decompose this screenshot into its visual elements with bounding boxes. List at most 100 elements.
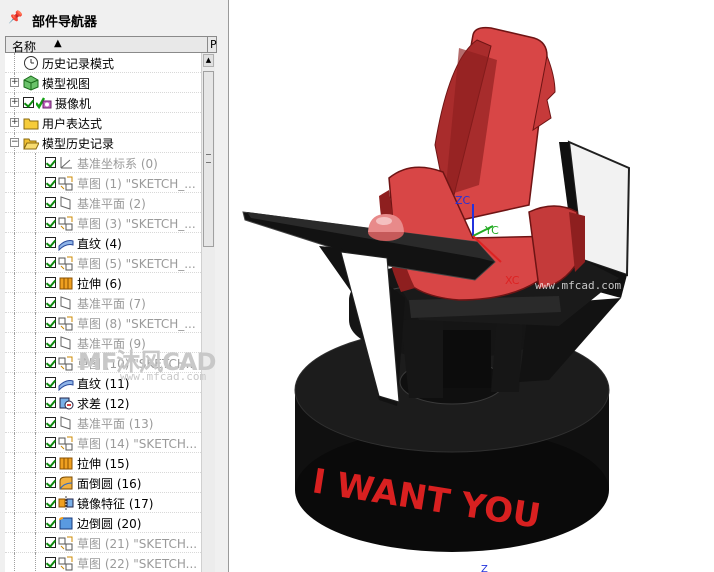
visibility-checkbox[interactable] — [45, 537, 56, 548]
vertical-scrollbar[interactable]: ▲ — [201, 53, 215, 572]
tree-row[interactable]: 草图 (21) "SKETCH... — [5, 533, 201, 553]
tree-line — [35, 413, 37, 433]
tree-item-label: 镜像特征 (17) — [77, 497, 154, 511]
ruled-surface-icon — [58, 235, 74, 252]
datum-csys-icon — [58, 155, 74, 171]
visibility-checkbox[interactable] — [45, 397, 56, 408]
visibility-checkbox[interactable] — [45, 437, 56, 448]
graphics-viewport[interactable]: ZC YC XC Z I WANT YOU www.mfcad.com — [229, 0, 714, 572]
tree-line — [14, 153, 16, 173]
watermark-url-top: www.mfcad.com — [535, 279, 622, 292]
sketch-icon — [58, 535, 74, 551]
tree-line — [35, 353, 37, 373]
visibility-checkbox[interactable] — [45, 357, 56, 368]
tree-row[interactable]: 基准平面 (2) — [5, 193, 201, 213]
sort-ascending-icon: ▲ — [54, 38, 62, 49]
tree-row[interactable]: 草图 (8) "SKETCH_... — [5, 313, 201, 333]
tree-row[interactable]: 直纹 (4) — [5, 233, 201, 253]
tree-row[interactable]: 镜像特征 (17) — [5, 493, 201, 513]
visibility-checkbox[interactable] — [23, 97, 34, 108]
tree-item-label: 草图 (3) "SKETCH_... — [77, 217, 196, 231]
visibility-checkbox[interactable] — [45, 477, 56, 488]
tree-row[interactable]: 草图 (3) "SKETCH_... — [5, 213, 201, 233]
tree-line — [14, 193, 16, 213]
column-separator[interactable] — [207, 37, 208, 52]
visibility-checkbox[interactable] — [45, 257, 56, 268]
tree-row[interactable]: 草图 (5) "SKETCH_... — [5, 253, 201, 273]
feature-tree: 历史记录模式 + 模型视图 + 摄像机 + 用户表达式 − 模型历史记录 基准坐标系 (0) 草图 … — [5, 53, 201, 572]
sketch-icon — [58, 175, 74, 191]
tree-item-label: 摄像机 — [55, 97, 92, 111]
column-p-label[interactable]: P — [210, 38, 217, 51]
tree-row[interactable]: 求差 (12) — [5, 393, 201, 413]
expand-icon[interactable]: + — [10, 118, 19, 127]
expand-icon[interactable]: + — [10, 98, 19, 107]
tree-line — [35, 213, 37, 233]
tree-line — [35, 193, 37, 213]
tree-row[interactable]: + 模型视图 — [5, 73, 201, 93]
tree-row[interactable]: 基准平面 (13) — [5, 413, 201, 433]
visibility-checkbox[interactable] — [45, 177, 56, 188]
camera-icon — [35, 95, 52, 111]
tree-line — [35, 153, 37, 173]
tree-row[interactable]: 基准坐标系 (0) — [5, 153, 201, 173]
visibility-checkbox[interactable] — [45, 317, 56, 328]
sketch-icon — [58, 555, 74, 571]
visibility-checkbox[interactable] — [45, 497, 56, 508]
tree-row[interactable]: 拉伸 (6) — [5, 273, 201, 293]
visibility-checkbox[interactable] — [45, 457, 56, 468]
mirror-feature-icon — [58, 495, 74, 511]
tree-item-label: 基准平面 (2) — [77, 197, 146, 211]
pin-icon[interactable]: 📌 — [8, 10, 23, 24]
tree-line — [35, 233, 37, 253]
tree-row[interactable]: + 摄像机 — [5, 93, 201, 113]
ruled-surface-icon — [58, 375, 74, 392]
tree-row[interactable]: 草图 (14) "SKETCH... — [5, 433, 201, 453]
tree-line — [35, 253, 37, 273]
visibility-checkbox[interactable] — [45, 217, 56, 228]
tree-line — [14, 413, 16, 433]
tree-row[interactable]: + 用户表达式 — [5, 113, 201, 133]
visibility-checkbox[interactable] — [45, 377, 56, 388]
tree-line — [35, 433, 37, 453]
tree-item-label: 基准平面 (7) — [77, 297, 146, 311]
visibility-checkbox[interactable] — [45, 417, 56, 428]
tree-line — [35, 493, 37, 513]
tree-row[interactable]: 边倒圆 (20) — [5, 513, 201, 533]
pedestal — [401, 318, 523, 398]
collapse-icon[interactable]: − — [10, 138, 19, 147]
scrollbar-thumb[interactable] — [203, 71, 214, 247]
tree-line — [14, 433, 16, 453]
visibility-checkbox[interactable] — [45, 277, 56, 288]
visibility-checkbox[interactable] — [45, 337, 56, 348]
visibility-checkbox[interactable] — [45, 237, 56, 248]
visibility-checkbox[interactable] — [45, 157, 56, 168]
tree-line — [14, 213, 16, 233]
3d-model-scene[interactable]: ZC YC XC Z I WANT YOU — [229, 0, 714, 572]
visibility-checkbox[interactable] — [45, 517, 56, 528]
tree-row[interactable]: 基准平面 (7) — [5, 293, 201, 313]
tree-row[interactable]: 草图 (22) "SKETCH... — [5, 553, 201, 572]
tree-row[interactable]: − 模型历史记录 — [5, 133, 201, 153]
column-header[interactable]: 名称 ▲ P — [5, 36, 217, 54]
scroll-up-arrow-icon[interactable]: ▲ — [203, 54, 214, 67]
tree-item-label: 草图 (21) "SKETCH... — [77, 537, 198, 551]
tree-line — [14, 373, 16, 393]
tree-row[interactable]: 拉伸 (15) — [5, 453, 201, 473]
tree-line — [14, 453, 16, 473]
tree-row[interactable]: 面倒圆 (16) — [5, 473, 201, 493]
expand-icon[interactable]: + — [10, 78, 19, 87]
tree-row[interactable]: 草图 (1) "SKETCH_... — [5, 173, 201, 193]
subtract-icon — [58, 395, 74, 411]
axis-xc-label: XC — [505, 274, 520, 287]
model-view-icon — [23, 75, 39, 91]
face-blend-icon — [58, 475, 74, 491]
visibility-checkbox[interactable] — [45, 297, 56, 308]
tree-line — [14, 513, 16, 533]
visibility-checkbox[interactable] — [45, 557, 56, 568]
visibility-checkbox[interactable] — [45, 197, 56, 208]
tree-item-label: 草图 (14) "SKETCH... — [77, 437, 198, 451]
tree-item-label: 草图 (5) "SKETCH_... — [77, 257, 196, 271]
tree-row[interactable]: 历史记录模式 — [5, 53, 201, 73]
extrude-icon — [58, 275, 74, 291]
